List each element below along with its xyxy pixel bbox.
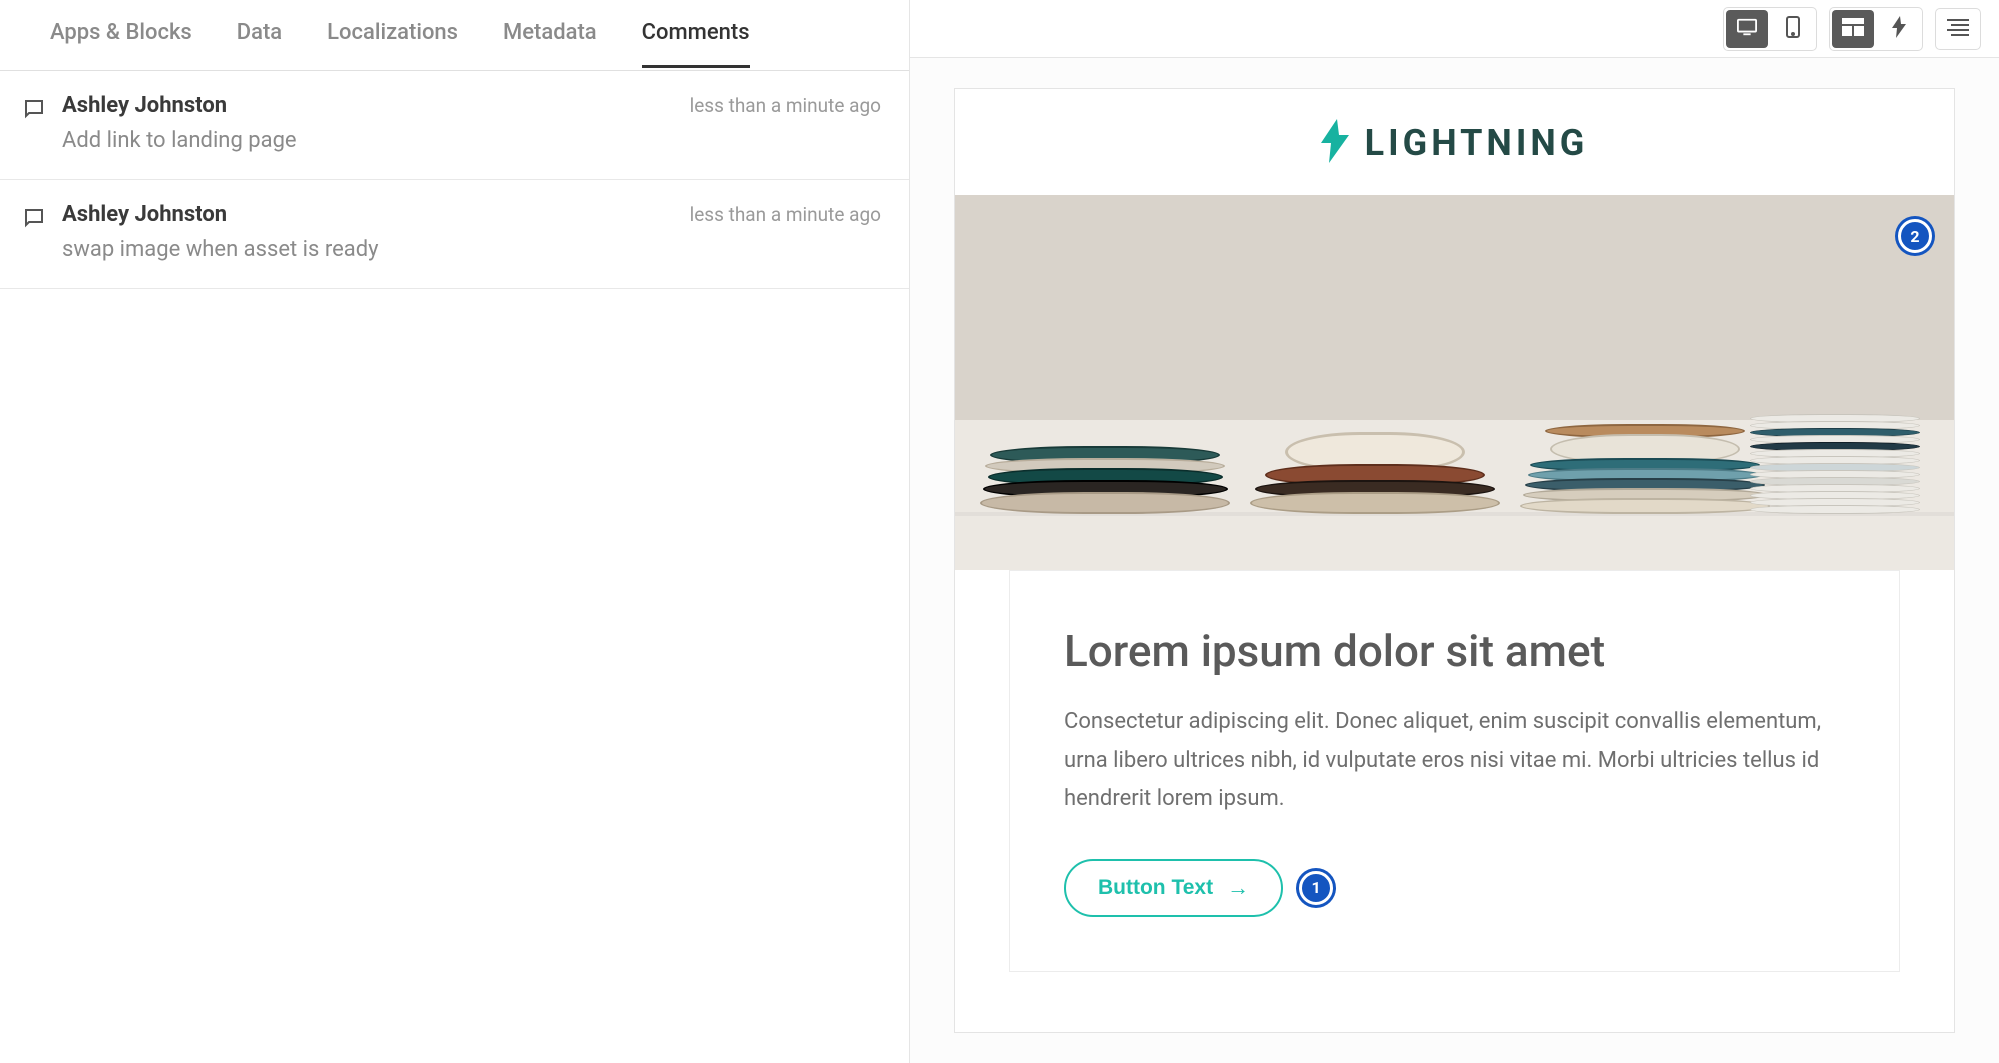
comment-author: Ashley Johnston [62, 93, 227, 118]
device-toggle-group [1723, 7, 1817, 51]
outline-icon [1947, 18, 1969, 40]
comment-text: Add link to landing page [62, 128, 881, 153]
right-panel: LIGHTNING 2 Lorem ipsum dolor sit amet C… [910, 0, 1999, 1063]
tabs: Apps & Blocks Data Localizations Metadat… [0, 0, 909, 71]
body-copy: Consectetur adipiscing elit. Donec aliqu… [1064, 703, 1844, 819]
comment-icon [22, 206, 46, 234]
mode-toggle-group [1829, 7, 1923, 51]
cta-row: Button Text → 1 [1064, 859, 1845, 917]
comments-list: Ashley Johnston less than a minute ago A… [0, 71, 909, 1063]
comment-pin-2[interactable]: 2 [1898, 219, 1932, 253]
tab-apps-blocks[interactable]: Apps & Blocks [50, 0, 192, 70]
left-panel: Apps & Blocks Data Localizations Metadat… [0, 0, 910, 1063]
tab-comments[interactable]: Comments [642, 0, 750, 70]
brand-header: LIGHTNING [955, 89, 1954, 195]
tab-localizations[interactable]: Localizations [327, 0, 458, 70]
preview-toolbar [910, 0, 1999, 58]
brand-name: LIGHTNING [1365, 122, 1589, 164]
comment-text: swap image when asset is ready [62, 237, 881, 262]
preview-frame: LIGHTNING 2 Lorem ipsum dolor sit amet C… [954, 88, 1955, 1033]
layout-icon [1842, 18, 1864, 40]
comment-item[interactable]: Ashley Johnston less than a minute ago s… [0, 180, 909, 289]
comment-time: less than a minute ago [690, 203, 881, 226]
tab-metadata[interactable]: Metadata [503, 0, 597, 70]
mobile-icon [1786, 16, 1800, 42]
layout-mode-button[interactable] [1832, 10, 1874, 48]
comment-item[interactable]: Ashley Johnston less than a minute ago A… [0, 71, 909, 180]
desktop-view-button[interactable] [1726, 10, 1768, 48]
hero-image [955, 195, 1954, 570]
hero-block[interactable]: 2 [955, 195, 1954, 570]
headline: Lorem ipsum dolor sit amet [1064, 625, 1845, 677]
content-card: Lorem ipsum dolor sit amet Consectetur a… [1009, 570, 1900, 972]
lightning-mode-button[interactable] [1878, 10, 1920, 48]
lightning-bolt-icon [1321, 119, 1349, 167]
bolt-icon [1892, 16, 1906, 42]
mobile-view-button[interactable] [1772, 10, 1814, 48]
cta-label: Button Text [1098, 876, 1213, 900]
tab-data[interactable]: Data [237, 0, 282, 70]
cta-button[interactable]: Button Text → [1064, 859, 1283, 917]
comment-author: Ashley Johnston [62, 202, 227, 227]
comment-icon [22, 97, 46, 125]
desktop-icon [1736, 17, 1758, 41]
outline-button[interactable] [1935, 8, 1981, 50]
preview-area: LIGHTNING 2 Lorem ipsum dolor sit amet C… [910, 58, 1999, 1063]
arrow-right-icon: → [1227, 875, 1249, 901]
comment-time: less than a minute ago [690, 94, 881, 117]
comment-pin-1[interactable]: 1 [1299, 871, 1333, 905]
